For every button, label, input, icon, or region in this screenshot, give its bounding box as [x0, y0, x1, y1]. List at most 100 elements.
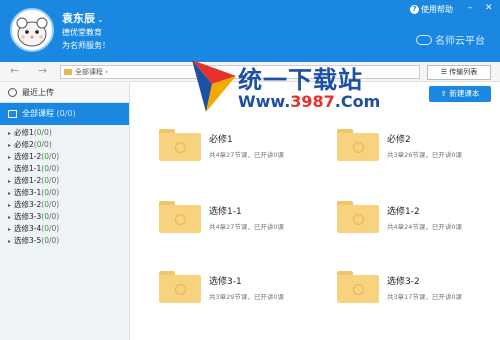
course-item-label: 必修2	[14, 140, 34, 149]
expand-arrow-icon[interactable]: ▸	[8, 130, 11, 137]
course-item-count-close: /0)	[41, 140, 52, 149]
course-item-label: 选修1-2	[14, 152, 42, 161]
sidebar-item-all-courses[interactable]: 全部课程 (0/0)	[0, 103, 129, 125]
course-title[interactable]: 选修1-1	[209, 204, 242, 217]
sidebar-course-item[interactable]: ▸ 选修3-4(0/0)	[0, 223, 129, 235]
course-item-count-close: /0)	[48, 224, 60, 233]
course-item-label: 选修3-4	[14, 224, 42, 233]
course-item-count-close: /0)	[41, 128, 52, 137]
course-meta: 共3章26节课，已开讲0课	[387, 151, 463, 159]
course-card[interactable]: 必修2 共3章26节课，已开讲0课	[337, 125, 497, 165]
watermark: 统一下载站 Www.3987.Com	[190, 58, 390, 122]
folder-play-icon[interactable]	[337, 271, 379, 303]
watermark-url-num: 3987	[290, 92, 335, 111]
expand-arrow-icon[interactable]: ▸	[8, 190, 11, 197]
sidebar-course-item[interactable]: ▸ 选修3-1(0/0)	[0, 187, 129, 199]
course-item-label: 选修3-5	[14, 236, 42, 245]
course-item-label: 选修3-1	[14, 188, 42, 197]
back-arrow-icon[interactable]: ←	[10, 64, 19, 77]
course-meta: 共3章17节课，已开讲0课	[387, 293, 463, 301]
all-courses-count: (0/0)	[56, 109, 76, 118]
course-item-label: 必修1	[14, 128, 34, 137]
app-header: 袁东辰 ⌄ 德优堂教育 为名师服务！ ? 使用帮助 – ✕ 名师云平台	[0, 0, 500, 62]
folder-icon	[64, 69, 72, 75]
upload-icon: ⇪	[440, 89, 447, 98]
course-card[interactable]: 必修1 共4章27节课，已开讲0课	[159, 125, 319, 165]
sidebar-item-recent[interactable]: 最近上传	[0, 83, 129, 103]
sidebar-course-item[interactable]: ▸ 必修1(0/0)	[0, 127, 129, 139]
course-item-count-close: /0)	[48, 236, 60, 245]
folder-play-icon[interactable]	[159, 271, 201, 303]
course-card[interactable]: 选修1-2 共4章24节课，已开讲0课	[337, 197, 497, 237]
watermark-url-prefix: Www.	[238, 92, 291, 111]
sidebar-course-item[interactable]: ▸ 选修3-3(0/0)	[0, 211, 129, 223]
chevron-down-icon[interactable]: ⌄	[97, 15, 104, 24]
watermark-logo	[192, 60, 236, 112]
user-organization: 德优堂教育	[62, 28, 102, 37]
sidebar-course-item[interactable]: ▸ 选修1-2(0/0)	[0, 175, 129, 187]
cloud-icon	[416, 34, 432, 45]
help-link[interactable]: ? 使用帮助	[410, 4, 453, 15]
forward-arrow-icon[interactable]: →	[38, 64, 47, 77]
clock-icon	[8, 88, 17, 97]
avatar[interactable]	[10, 8, 54, 52]
sidebar-course-item[interactable]: ▸ 选修3-5(0/0)	[0, 235, 129, 247]
watermark-text: 统一下载站	[238, 66, 363, 94]
sidebar-course-item[interactable]: ▸ 必修2(0/0)	[0, 139, 129, 151]
folder-icon	[8, 110, 17, 118]
course-item-count-close: /0)	[48, 212, 60, 221]
sidebar-course-item[interactable]: ▸ 选修3-2(0/0)	[0, 199, 129, 211]
expand-arrow-icon[interactable]: ▸	[8, 202, 11, 209]
hamster-avatar-icon	[16, 17, 48, 47]
help-icon: ?	[410, 5, 419, 14]
folder-play-icon[interactable]	[159, 201, 201, 233]
course-item-count-close: /0)	[48, 200, 60, 209]
course-meta: 共4章24节课，已开讲0课	[387, 223, 463, 231]
user-name-text: 袁东辰	[62, 12, 95, 25]
sidebar-course-item[interactable]: ▸ 选修1-1(0/0)	[0, 163, 129, 175]
course-item-count-close: /0)	[48, 152, 60, 161]
course-title[interactable]: 必修1	[209, 132, 233, 145]
folder-play-icon[interactable]	[159, 129, 201, 161]
close-icon[interactable]: ✕	[485, 3, 493, 13]
sidebar: 最近上传 全部课程 (0/0) ▸ 必修1(0/0) ▸ 必修2(0/0) ▸ 选修1-2…	[0, 83, 130, 340]
expand-arrow-icon[interactable]: ▸	[8, 214, 11, 221]
course-item-label: 选修3-3	[14, 212, 42, 221]
course-card[interactable]: 选修1-1 共4章27节课，已开讲0课	[159, 197, 319, 237]
user-name[interactable]: 袁东辰 ⌄	[62, 10, 104, 26]
brand-text: 名师云平台	[435, 36, 485, 47]
course-card[interactable]: 选修3-1 共3章29节课，已开讲0课	[159, 267, 319, 307]
course-item-count-close: /0)	[48, 176, 60, 185]
course-title[interactable]: 选修1-2	[387, 204, 420, 217]
minimize-icon[interactable]: –	[468, 3, 473, 13]
transfer-list-button[interactable]: ☰ 传输列表	[427, 65, 491, 80]
course-meta: 共4章27节课，已开讲0课	[209, 223, 285, 231]
address-text: 全部课程 ›	[75, 68, 109, 76]
folder-play-icon[interactable]	[337, 129, 379, 161]
new-course-label: 新建课本	[449, 89, 480, 98]
course-title[interactable]: 必修2	[387, 132, 411, 145]
expand-arrow-icon[interactable]: ▸	[8, 178, 11, 185]
course-title[interactable]: 选修3-2	[387, 274, 420, 287]
course-tree: ▸ 必修1(0/0) ▸ 必修2(0/0) ▸ 选修1-2(0/0) ▸ 选修1-1(0/0)…	[0, 125, 129, 247]
course-item-label: 选修1-1	[14, 164, 42, 173]
help-label: 使用帮助	[421, 5, 453, 14]
expand-arrow-icon[interactable]: ▸	[8, 226, 11, 233]
expand-arrow-icon[interactable]: ▸	[8, 142, 11, 149]
expand-arrow-icon[interactable]: ▸	[8, 238, 11, 245]
course-item-label: 选修1-2	[14, 176, 42, 185]
course-item-count-close: /0)	[48, 164, 60, 173]
course-item-label: 选修3-2	[14, 200, 42, 209]
expand-arrow-icon[interactable]: ▸	[8, 166, 11, 173]
all-courses-label: 全部课程	[22, 109, 54, 118]
course-card[interactable]: 选修3-2 共3章17节课，已开讲0课	[337, 267, 497, 307]
recent-label: 最近上传	[22, 88, 54, 97]
course-title[interactable]: 选修3-1	[209, 274, 242, 287]
watermark-url-suffix: .Com	[334, 92, 381, 111]
expand-arrow-icon[interactable]: ▸	[8, 154, 11, 161]
new-course-button[interactable]: ⇪ 新建课本	[429, 86, 491, 102]
course-item-count-close: /0)	[48, 188, 60, 197]
course-meta: 共4章27节课，已开讲0课	[209, 151, 285, 159]
sidebar-course-item[interactable]: ▸ 选修1-2(0/0)	[0, 151, 129, 163]
folder-play-icon[interactable]	[337, 201, 379, 233]
